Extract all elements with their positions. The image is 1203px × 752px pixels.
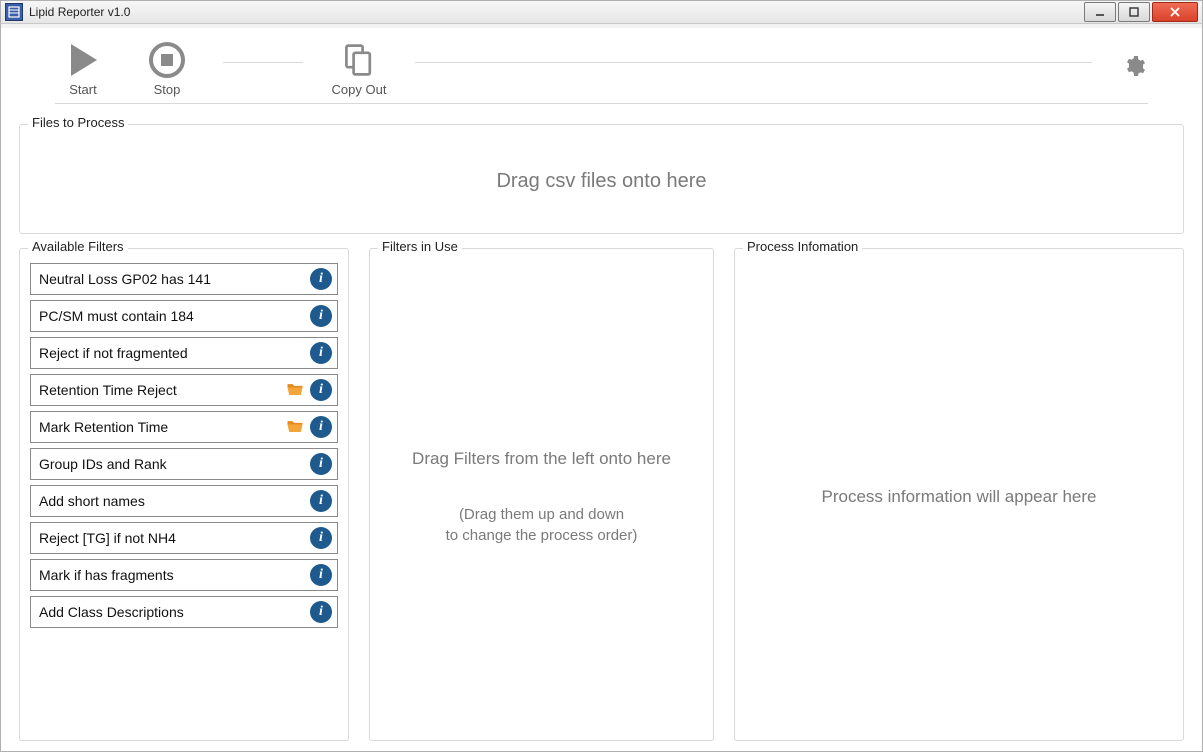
window-maximize-button[interactable] (1118, 2, 1150, 22)
available-filters-panel: Available Filters Neutral Loss GP02 has … (19, 248, 349, 741)
filter-item[interactable]: PC/SM must contain 184i (30, 300, 338, 332)
window-minimize-button[interactable] (1084, 2, 1116, 22)
folder-icon[interactable] (283, 378, 307, 402)
filter-item[interactable]: Neutral Loss GP02 has 141i (30, 263, 338, 295)
files-to-process-panel[interactable]: Files to Process Drag csv files onto her… (19, 124, 1184, 234)
info-icon[interactable]: i (309, 600, 333, 624)
process-info-panel: Process Infomation Process information w… (734, 248, 1184, 741)
filter-item[interactable]: Reject if not fragmentedi (30, 337, 338, 369)
filters-in-use-subhint: (Drag them up and down to change the pro… (446, 504, 638, 546)
window-titlebar: Lipid Reporter v1.0 (0, 0, 1203, 24)
info-icon[interactable]: i (309, 267, 333, 291)
filters-in-use-legend: Filters in Use (378, 239, 462, 254)
filter-item-label: Retention Time Reject (39, 382, 281, 398)
start-button-label: Start (69, 82, 96, 97)
filter-item[interactable]: Group IDs and Ranki (30, 448, 338, 480)
files-drop-hint: Drag csv files onto here (496, 170, 706, 193)
filter-item[interactable]: Mark Retention Time i (30, 411, 338, 443)
filter-item-label: Group IDs and Rank (39, 456, 307, 472)
gear-icon (1122, 54, 1146, 78)
filters-in-use-hint: Drag Filters from the left onto here (412, 447, 671, 471)
filters-in-use-panel[interactable]: Filters in Use Drag Filters from the lef… (369, 248, 714, 741)
info-icon[interactable]: i (309, 415, 333, 439)
info-icon[interactable]: i (309, 526, 333, 550)
play-icon (61, 38, 105, 82)
info-icon[interactable]: i (309, 304, 333, 328)
filter-item-label: Add Class Descriptions (39, 604, 307, 620)
main-toolbar: Start Stop Copy O (55, 38, 1148, 103)
filter-item-label: Reject [TG] if not NH4 (39, 530, 307, 546)
copy-out-button-label: Copy Out (332, 82, 387, 97)
info-icon[interactable]: i (309, 341, 333, 365)
window-title: Lipid Reporter v1.0 (29, 5, 130, 19)
settings-button[interactable] (1120, 52, 1148, 80)
info-icon[interactable]: i (309, 563, 333, 587)
start-button[interactable]: Start (55, 38, 111, 97)
process-info-legend: Process Infomation (743, 239, 862, 254)
info-icon[interactable]: i (309, 452, 333, 476)
filter-item[interactable]: Add Class Descriptionsi (30, 596, 338, 628)
folder-icon[interactable] (283, 415, 307, 439)
copy-icon (337, 38, 381, 82)
filter-item-label: Neutral Loss GP02 has 141 (39, 271, 307, 287)
copy-out-button[interactable]: Copy Out (331, 38, 387, 97)
filter-item[interactable]: Reject [TG] if not NH4i (30, 522, 338, 554)
filter-list: Neutral Loss GP02 has 141iPC/SM must con… (30, 263, 338, 628)
filter-item-label: Add short names (39, 493, 307, 509)
files-legend: Files to Process (28, 115, 128, 130)
window-close-button[interactable] (1152, 2, 1198, 22)
app-icon (5, 3, 23, 21)
filter-item-label: PC/SM must contain 184 (39, 308, 307, 324)
filter-item[interactable]: Retention Time Reject i (30, 374, 338, 406)
stop-button-label: Stop (154, 82, 181, 97)
info-icon[interactable]: i (309, 378, 333, 402)
filter-item-label: Mark Retention Time (39, 419, 281, 435)
stop-icon (145, 38, 189, 82)
filter-item[interactable]: Mark if has fragmentsi (30, 559, 338, 591)
filter-item[interactable]: Add short namesi (30, 485, 338, 517)
filter-item-label: Reject if not fragmented (39, 345, 307, 361)
stop-button[interactable]: Stop (139, 38, 195, 97)
filter-item-label: Mark if has fragments (39, 567, 307, 583)
process-info-hint: Process information will appear here (822, 485, 1097, 509)
info-icon[interactable]: i (309, 489, 333, 513)
available-filters-legend: Available Filters (28, 239, 128, 254)
app-client-area: Start Stop Copy O (0, 28, 1203, 752)
